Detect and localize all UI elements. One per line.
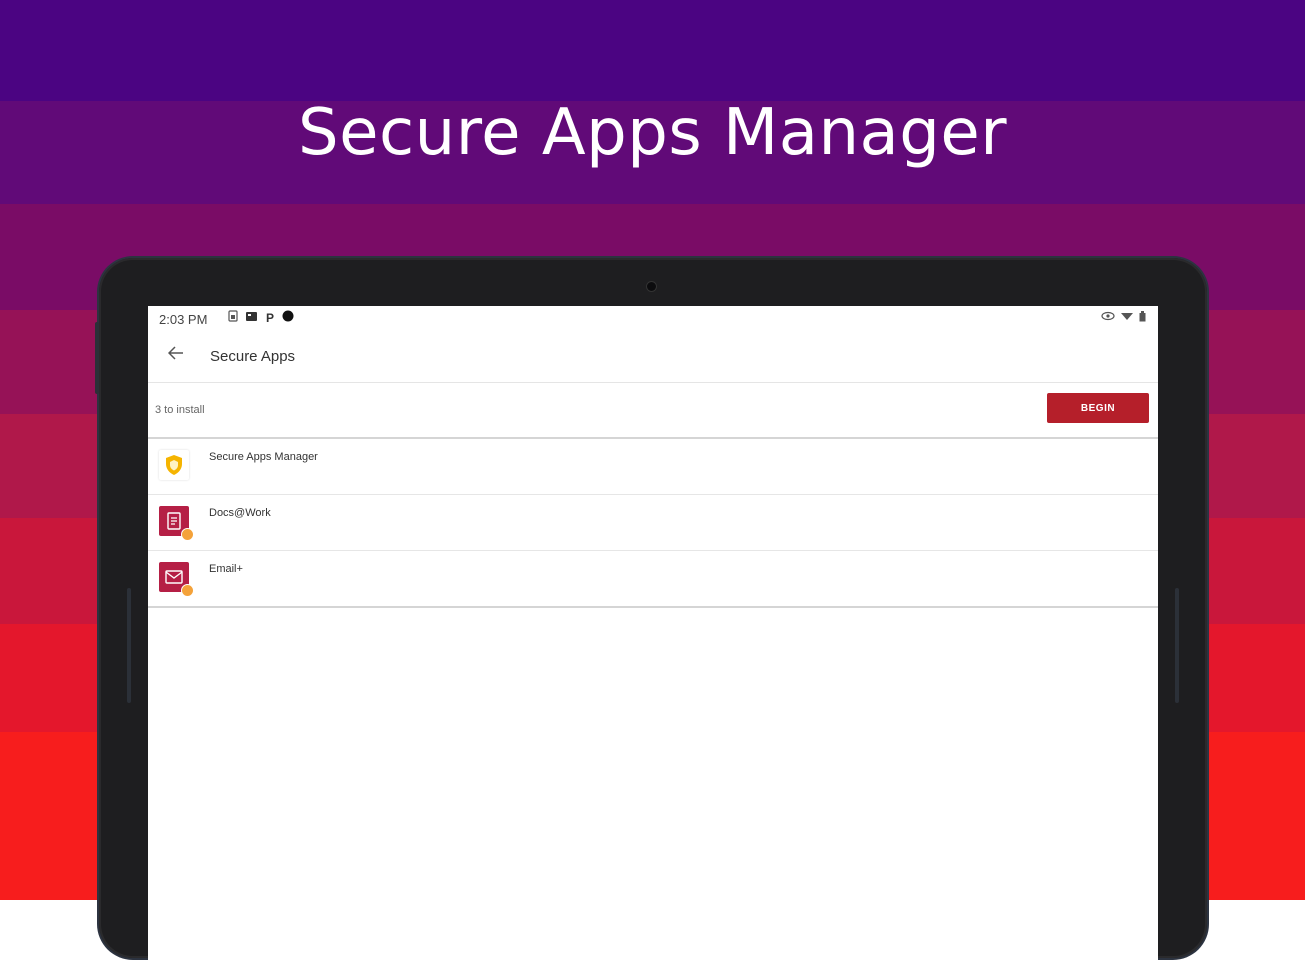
badge-icon (181, 528, 194, 541)
sim-icon (228, 310, 238, 325)
app-bar-title: Secure Apps (210, 348, 296, 365)
install-bar: 3 to install BEGIN (148, 383, 1158, 439)
app-name: Docs@Work (209, 507, 271, 519)
list-item[interactable]: Email+ (148, 551, 1158, 608)
begin-button[interactable]: BEGIN (1047, 393, 1149, 423)
device-screen: 2:03 PM P Secure Apps 3 to install BEGIN… (148, 306, 1158, 966)
list-item[interactable]: Docs@Work (148, 495, 1158, 551)
record-dot-icon (282, 310, 294, 325)
parking-icon: P (266, 310, 275, 325)
app-bar: Secure Apps (148, 332, 1158, 383)
install-count: 3 to install (155, 404, 205, 416)
wifi-icon (1121, 311, 1133, 325)
badge-icon (181, 584, 194, 597)
status-right-icons (1101, 311, 1146, 325)
app-name: Email+ (209, 563, 243, 575)
app-list: Secure Apps Manager Docs@Work Email+ (148, 439, 1158, 608)
app-notification-icon (246, 311, 258, 325)
side-button-right (1175, 588, 1179, 703)
tablet-frame: 2:03 PM P Secure Apps 3 to install BEGIN… (95, 258, 1207, 966)
list-item[interactable]: Secure Apps Manager (148, 439, 1158, 495)
back-arrow-icon[interactable] (167, 344, 184, 365)
band-1 (0, 0, 1305, 101)
app-name: Secure Apps Manager (209, 451, 318, 463)
headline: Secure Apps Manager (297, 96, 1008, 170)
camera-icon (647, 282, 656, 291)
battery-icon (1139, 311, 1146, 325)
status-left-icons: P (228, 310, 294, 325)
status-bar: 2:03 PM P (148, 306, 1158, 332)
status-time: 2:03 PM (159, 312, 208, 327)
envelope-icon (159, 562, 194, 597)
side-button-left-top (95, 322, 99, 394)
shield-icon (159, 450, 189, 480)
side-button-left (127, 588, 131, 703)
document-icon (159, 506, 194, 541)
eye-icon (1101, 311, 1115, 325)
